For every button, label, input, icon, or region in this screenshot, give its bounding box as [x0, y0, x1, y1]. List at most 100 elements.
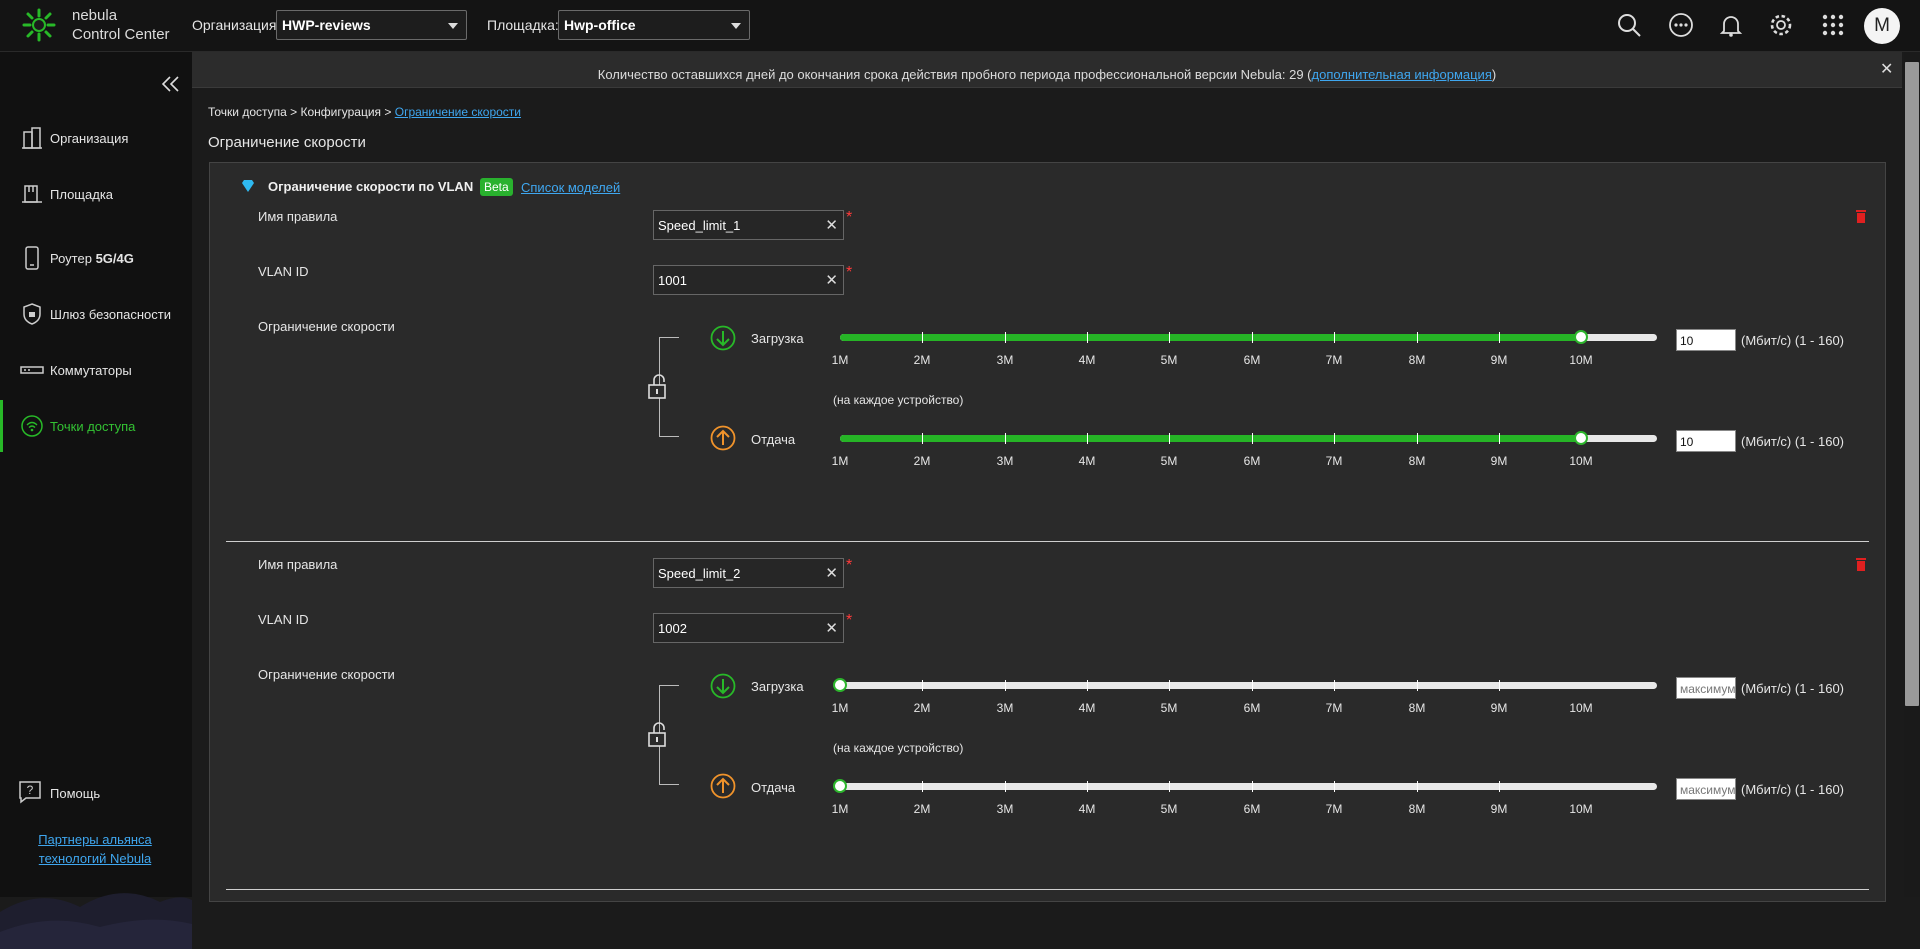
chevron-down-icon [731, 23, 741, 29]
sidebar-item-label: Точки доступа [50, 419, 136, 434]
trial-banner-message: Количество оставшихся дней до окончания … [597, 67, 1312, 82]
rule-name-label: Имя правила [258, 209, 338, 224]
upload-slider-tick [1252, 433, 1253, 444]
rule-divider [226, 541, 1869, 542]
download-slider-tick [1087, 332, 1088, 343]
download-unit: (Мбит/с) (1 - 160) [1741, 681, 1845, 696]
more-info-link[interactable]: дополнительная информация [1312, 67, 1492, 82]
help-link[interactable]: ? Помощь [18, 780, 168, 806]
upload-slider-tick [1417, 433, 1418, 444]
sidebar-item-security-gateway[interactable]: Шлюз безопасности [0, 288, 192, 340]
beta-badge: Beta [480, 178, 513, 196]
clear-icon[interactable]: ✕ [825, 619, 838, 637]
brand-name: nebula Control Center [72, 6, 170, 44]
partners-line-2: технологий Nebula [38, 851, 152, 866]
download-slider[interactable] [833, 678, 1657, 692]
upload-scale-label: 4M [1078, 802, 1096, 816]
download-value-input[interactable]: максимум [1676, 677, 1736, 699]
bell-icon[interactable] [1718, 12, 1744, 38]
partners-line-1: Партнеры альянса [38, 832, 152, 847]
apps-grid-icon[interactable] [1820, 12, 1846, 38]
help-label: Помощь [50, 786, 101, 801]
clear-icon[interactable]: ✕ [825, 271, 838, 289]
upload-scale-label: 9M [1490, 802, 1508, 816]
sidebar-item-switches[interactable]: Коммутаторы [0, 344, 192, 396]
sidebar-item-label: Организация [50, 131, 129, 146]
speed-limit-label: Ограничение скорости [258, 667, 395, 682]
brand-line-2: Control Center [72, 26, 170, 43]
vlan-id-input[interactable]: 1002 ✕ [653, 613, 844, 643]
search-icon[interactable] [1616, 12, 1642, 38]
download-label: Загрузка [751, 331, 804, 346]
sidebar-item-label: Шлюз безопасности [50, 307, 172, 322]
download-slider-tick [1499, 680, 1500, 691]
svg-text:?: ? [27, 783, 34, 797]
vlan-id-input[interactable]: 1001 ✕ [653, 265, 844, 295]
download-slider-tick [1169, 680, 1170, 691]
upload-slider-tick [1499, 781, 1500, 792]
breadcrumb-configuration[interactable]: Конфигурация [301, 105, 382, 119]
breadcrumb: Точки доступа > Конфигурация > Ограничен… [208, 105, 521, 119]
download-scale-label: 3M [996, 353, 1014, 367]
clear-icon[interactable]: ✕ [825, 216, 838, 234]
vlan-id-value: 1001 [658, 273, 687, 288]
unlock-icon[interactable] [647, 722, 669, 748]
download-slider[interactable] [840, 330, 1657, 344]
upload-scale-label: 6M [1243, 802, 1261, 816]
download-scale: 1M 2M 3M 4M 5M 6M 7M 8M 9M 10M [830, 353, 1670, 369]
upload-scale-label: 6M [1243, 454, 1261, 468]
trash-icon[interactable] [1855, 557, 1867, 571]
trash-icon[interactable] [1855, 209, 1867, 223]
download-scale-label: 2M [913, 701, 931, 715]
upload-slider-handle[interactable] [1574, 431, 1588, 445]
sidebar-item-router[interactable]: Роутер 5G/4G [0, 232, 192, 284]
breadcrumb-separator: > [286, 105, 301, 119]
site-select[interactable]: Hwp-office [558, 10, 750, 40]
avatar[interactable]: M [1864, 8, 1900, 44]
collapse-sidebar-icon[interactable] [160, 74, 182, 94]
download-value-input[interactable]: 10 [1676, 329, 1736, 351]
org-select[interactable]: HWP-reviews [276, 10, 467, 40]
scrollbar-thumb[interactable] [1905, 62, 1919, 706]
download-scale-label: 4M [1078, 353, 1096, 367]
unlock-icon[interactable] [647, 374, 669, 400]
download-slider-tick [1252, 332, 1253, 343]
upload-slider-handle[interactable] [833, 779, 847, 793]
phone-router-icon [25, 246, 39, 270]
download-scale-label: 4M [1078, 701, 1096, 715]
nebula-logo-icon[interactable] [22, 8, 56, 42]
download-slider-handle[interactable] [833, 678, 847, 692]
breadcrumb-access-points[interactable]: Точки доступа [208, 105, 287, 119]
upload-icon [710, 425, 736, 451]
upload-scale-label: 2M [913, 802, 931, 816]
more-icon[interactable] [1668, 12, 1694, 38]
upload-slider-tick [1169, 433, 1170, 444]
sidebar-item-access-points[interactable]: Точки доступа [0, 400, 192, 452]
upload-scale: 1M 2M 3M 4M 5M 6M 7M 8M 9M 10M [830, 802, 1670, 818]
sidebar-item-site[interactable]: Площадка [0, 168, 192, 220]
clear-icon[interactable]: ✕ [825, 564, 838, 582]
sidebar-item-organization[interactable]: Организация [0, 112, 192, 164]
download-scale-label: 1M [831, 701, 849, 715]
site-icon [22, 185, 42, 203]
breadcrumb-current[interactable]: Ограничение скорости [395, 105, 521, 119]
download-slider-tick [1169, 332, 1170, 343]
required-marker: * [846, 557, 853, 574]
upload-slider-tick [922, 433, 923, 444]
router-type-label: 5G/4G [95, 251, 134, 266]
rule-name-value: Speed_limit_2 [658, 566, 741, 581]
rule-name-input[interactable]: Speed_limit_1 ✕ [653, 210, 844, 240]
partners-link[interactable]: Партнеры альянса технологий Nebula [20, 830, 170, 868]
upload-slider[interactable] [833, 779, 1657, 793]
model-list-link[interactable]: Список моделей [521, 180, 620, 195]
rule-name-input[interactable]: Speed_limit_2 ✕ [653, 558, 844, 588]
upload-slider[interactable] [840, 431, 1657, 445]
chevron-down-icon [448, 23, 458, 29]
upload-value-input[interactable]: максимум [1676, 778, 1736, 800]
upload-scale-label: 1M [831, 454, 849, 468]
download-slider-handle[interactable] [1574, 330, 1588, 344]
close-icon[interactable]: ✕ [1880, 62, 1893, 78]
upload-slider-tick [1499, 433, 1500, 444]
gear-icon[interactable] [1768, 12, 1794, 38]
upload-value-input[interactable]: 10 [1676, 430, 1736, 452]
